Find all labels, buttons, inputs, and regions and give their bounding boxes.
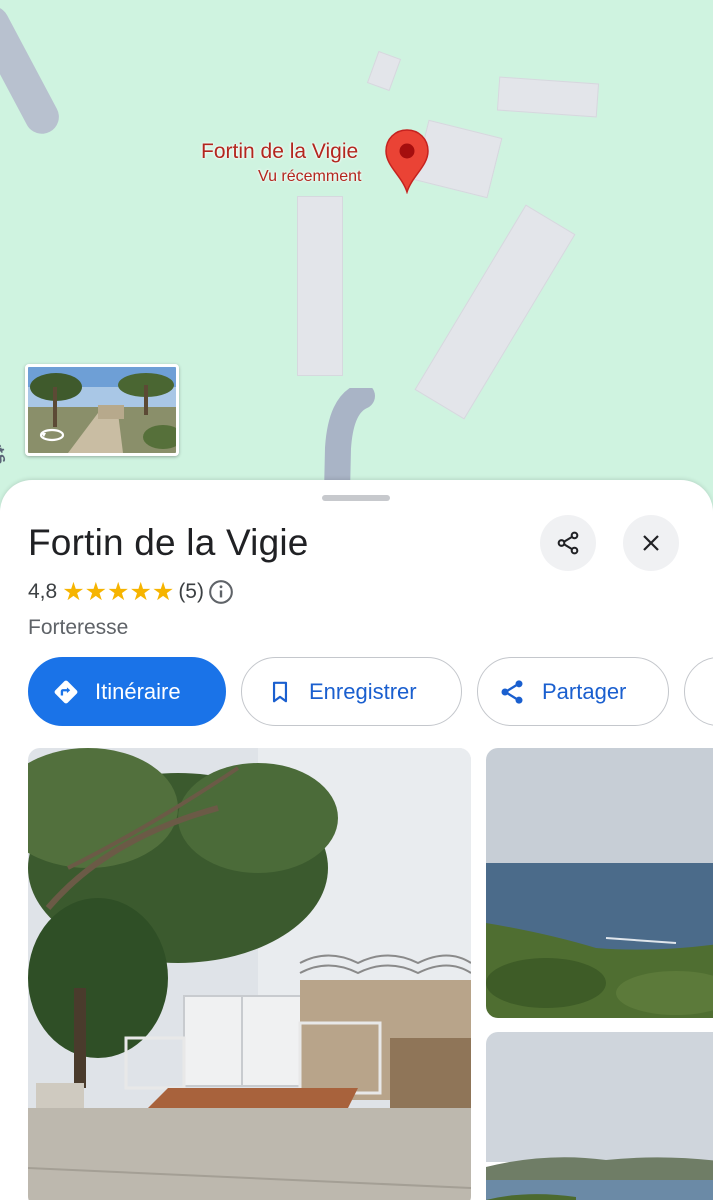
map-marker-subtitle: Vu récemment (258, 168, 362, 185)
map-view[interactable]: Forts Fortin de la Vigie Vu récemment (0, 0, 713, 520)
star-icon: ★ (107, 577, 130, 606)
review-count[interactable]: (5) (178, 580, 204, 604)
sea-hillside-photo (486, 748, 713, 1018)
more-actions-button[interactable] (684, 657, 713, 726)
close-icon (643, 535, 659, 551)
share-label: Partager (542, 678, 627, 704)
star-icon: ★ (129, 577, 152, 606)
share-chip-button[interactable]: Partager (477, 657, 669, 726)
save-label: Enregistrer (309, 678, 417, 704)
info-icon[interactable] (208, 579, 234, 605)
place-photo[interactable] (486, 748, 713, 1018)
map-building (297, 196, 343, 376)
directions-label: Itinéraire (95, 678, 181, 704)
map-pin-icon[interactable] (384, 128, 430, 194)
place-photo-main[interactable] (28, 748, 471, 1200)
map-road-label: Forts (0, 418, 12, 467)
place-photo[interactable] (486, 1032, 713, 1200)
more-icon (707, 680, 713, 704)
rating-value: 4,8 (28, 580, 58, 603)
share-icon (501, 679, 523, 704)
place-title: Fortin de la Vigie (28, 522, 309, 563)
save-button[interactable]: Enregistrer (241, 657, 462, 726)
bay-coast-photo (486, 1032, 713, 1200)
directions-button[interactable]: Itinéraire (28, 657, 226, 726)
map-building (496, 76, 600, 118)
drag-handle[interactable] (322, 495, 390, 501)
share-button[interactable] (540, 515, 596, 571)
fort-gate-photo (28, 748, 471, 1200)
street-view-image (28, 367, 176, 453)
place-category: Forteresse (28, 616, 129, 639)
map-building (366, 50, 402, 92)
map-road (0, 0, 65, 140)
map-marker-title[interactable]: Fortin de la Vigie (201, 140, 358, 164)
star-rating: ★ ★ ★ ★ ★ (62, 577, 175, 606)
street-view-thumbnail[interactable] (25, 364, 179, 456)
bookmark-icon (272, 681, 288, 702)
directions-icon (54, 680, 78, 703)
star-icon: ★ (84, 577, 108, 606)
star-icon: ★ (151, 577, 175, 606)
close-button[interactable] (623, 515, 679, 571)
map-building (414, 204, 576, 420)
rating-row[interactable]: 4,8 ★ ★ ★ ★ ★ (5) (28, 578, 234, 606)
place-sheet: Fortin de la Vigie 4,8 ★ ★ ★ ★ ★ (5) For… (0, 480, 713, 1200)
star-icon: ★ (62, 577, 85, 606)
share-icon (557, 531, 579, 555)
